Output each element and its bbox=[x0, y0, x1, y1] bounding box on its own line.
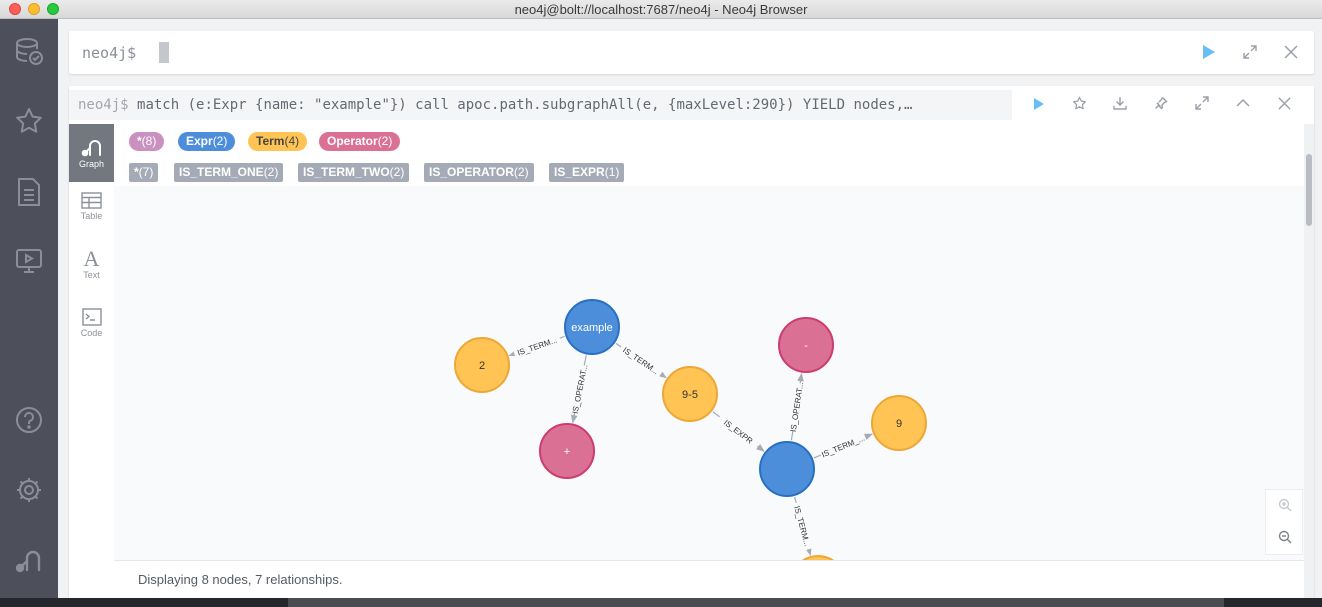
tab-code-label: Code bbox=[80, 328, 103, 338]
clear-editor-icon[interactable] bbox=[1283, 44, 1299, 60]
document-icon[interactable] bbox=[13, 176, 45, 208]
label-pill-all[interactable]: *(8) bbox=[129, 132, 165, 151]
label-pill-operator[interactable]: Operator(2) bbox=[319, 132, 401, 151]
graph-node-caption: example bbox=[571, 322, 613, 334]
editor-cursor[interactable] bbox=[159, 42, 169, 63]
graph-canvas[interactable]: IS_TERM... IS_TERM...IS_OPERAT...IS_EXPR I… bbox=[114, 186, 1304, 560]
help-icon[interactable] bbox=[13, 404, 45, 436]
window-title: neo4j@bolt://localhost:7687/neo4j - Neo4… bbox=[514, 2, 808, 17]
graph-area[interactable]: *(8) Expr(2) Term(4) Operator(2) *(7) IS… bbox=[114, 124, 1304, 560]
tab-code[interactable]: Code bbox=[69, 308, 114, 354]
favorite-star-icon[interactable] bbox=[1071, 95, 1087, 111]
rel-tag-all[interactable]: *(7) bbox=[129, 163, 159, 182]
zoom-out-icon[interactable] bbox=[1277, 529, 1293, 545]
result-frame: neo4j$ match (e:Expr {name: "example"}) … bbox=[69, 86, 1314, 598]
tab-graph-label: Graph bbox=[78, 159, 104, 169]
dock-panel bbox=[288, 598, 1224, 607]
query-editor[interactable]: neo4j$ bbox=[69, 31, 1314, 74]
graph-edge-label: IS_TERM... bbox=[792, 505, 812, 547]
download-icon[interactable] bbox=[1112, 95, 1128, 111]
graph-node-caption: 2 bbox=[479, 360, 485, 372]
sidebar bbox=[0, 19, 58, 598]
tab-table-label: Table bbox=[80, 211, 103, 221]
graph-node-caption: + bbox=[564, 446, 570, 458]
frame-query-text: match (e:Expr {name: "example"}) call ap… bbox=[137, 97, 913, 113]
database-icon[interactable] bbox=[13, 35, 45, 67]
scrollbar-thumb[interactable] bbox=[1306, 154, 1312, 226]
status-bar: Displaying 8 nodes, 7 relationships. bbox=[114, 560, 1304, 598]
app-window: neo4j@bolt://localhost:7687/neo4j - Neo4… bbox=[0, 0, 1322, 598]
rel-tag-is-operator[interactable]: IS_OPERATOR(2) bbox=[424, 163, 534, 182]
collapse-chevron-up-icon[interactable] bbox=[1235, 95, 1251, 111]
tab-text-label: Text bbox=[83, 270, 100, 280]
label-pill-term[interactable]: Term(4) bbox=[248, 132, 308, 151]
rerun-icon[interactable] bbox=[1031, 96, 1047, 112]
frame-prompt: neo4j$ bbox=[78, 97, 129, 113]
run-query-icon[interactable] bbox=[1201, 44, 1217, 60]
graph-node-caption: 9-5 bbox=[682, 389, 698, 401]
rel-tag-is-term-two[interactable]: IS_TERM_TWO(2) bbox=[298, 163, 410, 182]
table-icon bbox=[81, 192, 102, 209]
zoom-controls bbox=[1265, 489, 1303, 555]
label-pill-expr[interactable]: Expr(2) bbox=[178, 132, 236, 151]
rel-tag-is-expr[interactable]: IS_EXPR(1) bbox=[549, 163, 625, 182]
tab-text[interactable]: A Text bbox=[69, 248, 114, 294]
zoom-in-icon[interactable] bbox=[1277, 497, 1293, 513]
text-icon: A bbox=[83, 246, 100, 271]
gear-icon[interactable] bbox=[13, 474, 45, 506]
frame-header: neo4j$ match (e:Expr {name: "example"}) … bbox=[69, 86, 1314, 124]
frame-query[interactable]: neo4j$ match (e:Expr {name: "example"}) … bbox=[69, 90, 1012, 120]
tab-graph[interactable]: Graph bbox=[69, 124, 114, 182]
frame-scrollbar[interactable] bbox=[1304, 124, 1314, 598]
expand-editor-icon[interactable] bbox=[1242, 44, 1258, 60]
graph-edge-label: IS_EXPR bbox=[722, 418, 754, 446]
play-monitor-icon[interactable] bbox=[13, 245, 45, 277]
title-bar: neo4j@bolt://localhost:7687/neo4j - Neo4… bbox=[0, 0, 1322, 19]
graph-node-expr[interactable] bbox=[759, 441, 815, 497]
neo4j-logo-icon[interactable] bbox=[13, 543, 45, 575]
close-frame-icon[interactable] bbox=[1276, 95, 1292, 111]
editor-prompt: neo4j$ bbox=[82, 44, 137, 62]
code-icon bbox=[81, 308, 102, 326]
status-text: Displaying 8 nodes, 7 relationships. bbox=[138, 572, 343, 587]
graph-icon bbox=[81, 140, 101, 157]
graph-node-caption: - bbox=[804, 340, 808, 352]
star-icon[interactable] bbox=[13, 105, 45, 137]
tab-table[interactable]: Table bbox=[69, 192, 114, 238]
graph-edge-label: IS_TERM... bbox=[621, 346, 660, 377]
graph-legend: *(8) Expr(2) Term(4) Operator(2) *(7) IS… bbox=[114, 124, 1304, 186]
fullscreen-icon[interactable] bbox=[1194, 95, 1210, 111]
rel-tag-is-term-one[interactable]: IS_TERM_ONE(2) bbox=[174, 163, 284, 182]
pin-icon[interactable] bbox=[1153, 95, 1169, 111]
graph-node-caption: 9 bbox=[896, 418, 902, 430]
view-tabs: Graph Table A Text Code bbox=[69, 124, 114, 598]
